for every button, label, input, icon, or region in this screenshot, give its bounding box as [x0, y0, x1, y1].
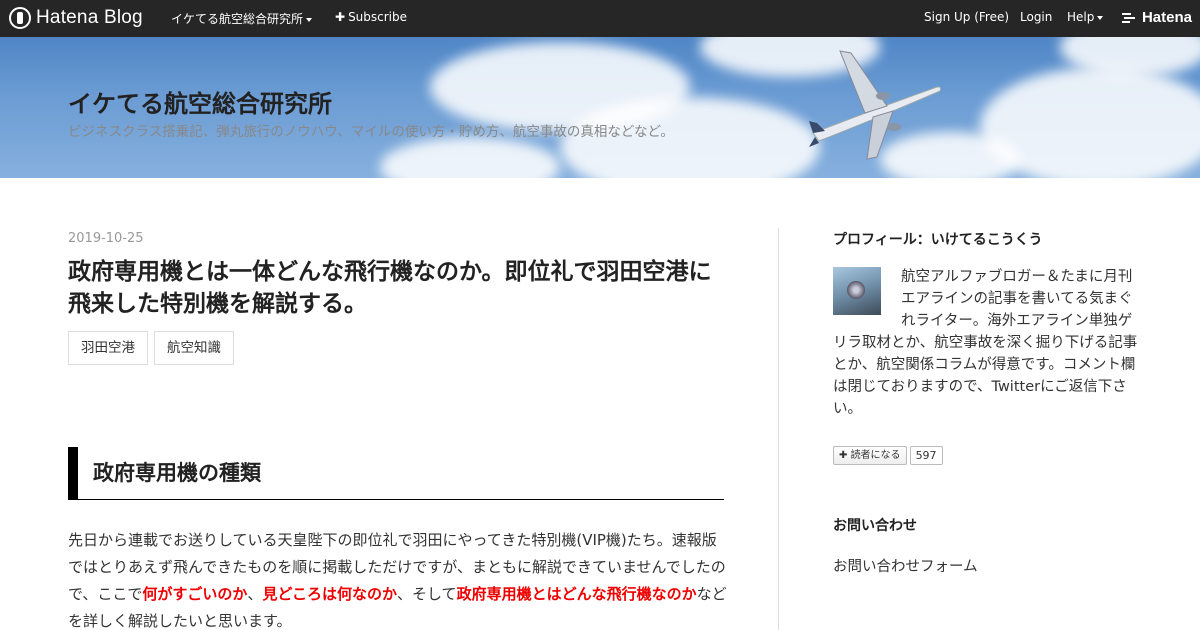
subscribe-button[interactable]: ✚ 読者になる: [833, 446, 907, 465]
blog-menu-label: イケてる航空総合研究所: [171, 12, 304, 26]
contact-form-link[interactable]: お問い合わせフォーム: [833, 555, 978, 576]
avatar[interactable]: [833, 267, 881, 315]
airplane-image: [809, 50, 942, 160]
plus-icon: ✚: [839, 450, 851, 461]
help-label: Help: [1067, 10, 1095, 24]
paragraph-text: 、: [247, 585, 263, 603]
subscribe-label: Subscribe: [348, 10, 408, 24]
post-date[interactable]: 2019-10-25: [68, 231, 144, 246]
post-title[interactable]: 政府専用機とは一体どんな飛行機なのか。即位礼で羽田空港に飛来した特別機を解説する…: [68, 256, 728, 320]
section-heading: 政府専用機の種類: [68, 447, 724, 500]
column-divider: [778, 228, 779, 630]
emphasis-text: 何がすごいのか: [142, 585, 248, 603]
blog-title[interactable]: イケてる航空総合研究所: [68, 84, 332, 119]
login-link[interactable]: Login: [1020, 10, 1052, 24]
chevron-down-icon: [1097, 15, 1104, 20]
emphasis-text: 政府専用機とはどんな飛行機なのか: [456, 585, 697, 603]
plus-icon: ✚: [335, 10, 346, 24]
contact-heading: お問い合わせ: [833, 518, 917, 534]
paragraph-text: 、そして: [397, 585, 457, 603]
help-menu[interactable]: Help: [1067, 10, 1104, 24]
signup-link[interactable]: Sign Up (Free): [924, 10, 1009, 24]
subscribe-link[interactable]: ✚ Subscribe: [335, 10, 407, 24]
profile-heading: プロフィール：いけてるこうくう: [833, 232, 1043, 248]
hatena-link[interactable]: Hatena: [1121, 9, 1192, 26]
hatena-label: Hatena: [1141, 9, 1192, 26]
tag-aviation-knowledge[interactable]: 航空知識: [154, 331, 234, 365]
intro-paragraph: 先日から連載でお送りしている天皇陛下の即位礼で羽田にやってきた特別機(VIP機)…: [68, 527, 728, 630]
emphasis-text: 見どころは何なのか: [262, 585, 397, 603]
blog-menu[interactable]: イケてる航空総合研究所: [171, 10, 313, 27]
brand-name: Hatena Blog: [36, 7, 143, 28]
blog-description: ビジネスクラス搭乗記、弾丸旅行のノウハウ、マイルの使い方・貯め方、航空事故の真相…: [68, 124, 674, 140]
subscriber-count[interactable]: 597: [909, 446, 943, 465]
subscribe-widget: ✚ 読者になる 597: [833, 446, 943, 465]
blog-header: イケてる航空総合研究所 ビジネスクラス搭乗記、弾丸旅行のノウハウ、マイルの使い方…: [0, 37, 1200, 178]
hatena-blog-logo[interactable]: Hatena Blog: [9, 6, 143, 30]
global-header: Hatena Blog イケてる航空総合研究所 ✚ Subscribe Sign …: [0, 0, 1200, 37]
hatena-mark-icon: [1121, 12, 1135, 23]
chevron-down-icon: [306, 17, 313, 22]
tag-haneda[interactable]: 羽田空港: [68, 331, 148, 365]
tag-list: 羽田空港 航空知識: [68, 331, 234, 365]
hatena-logo-icon: [9, 7, 31, 29]
subscribe-button-label: 読者になる: [850, 450, 901, 461]
